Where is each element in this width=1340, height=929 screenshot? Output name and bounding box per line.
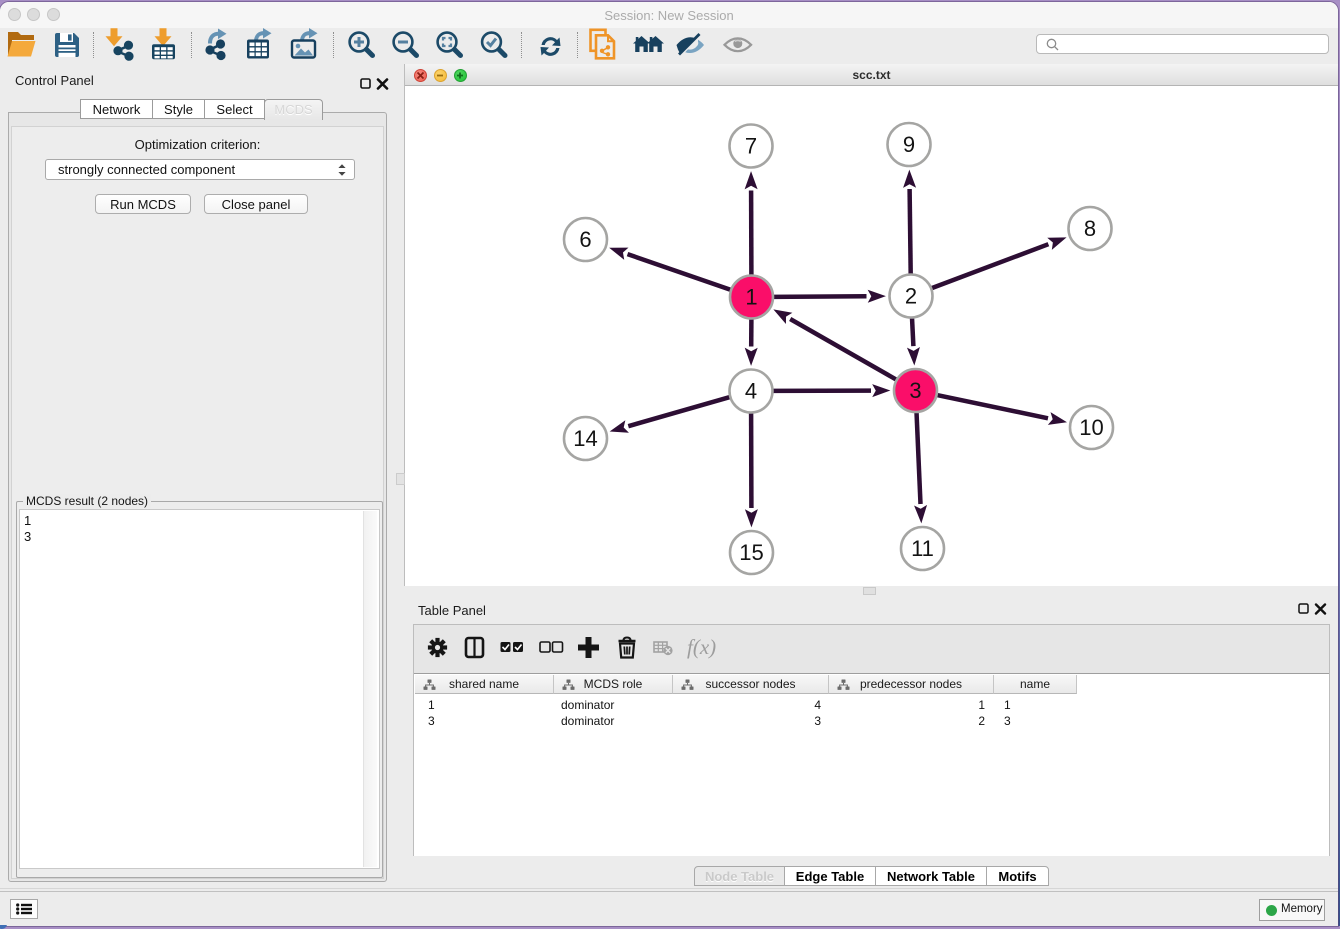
svg-text:9: 9 bbox=[903, 132, 915, 157]
svg-text:10: 10 bbox=[1079, 415, 1103, 440]
svg-text:15: 15 bbox=[739, 540, 763, 565]
svg-text:8: 8 bbox=[1084, 216, 1096, 241]
svg-text:11: 11 bbox=[911, 536, 934, 561]
svg-text:7: 7 bbox=[745, 134, 757, 159]
svg-text:1: 1 bbox=[745, 285, 757, 310]
svg-text:4: 4 bbox=[745, 379, 757, 404]
svg-text:14: 14 bbox=[573, 426, 597, 451]
svg-text:f(x): f(x) bbox=[687, 635, 716, 659]
svg-text:6: 6 bbox=[579, 227, 591, 252]
svg-text:3: 3 bbox=[909, 378, 921, 403]
svg-text:2: 2 bbox=[905, 284, 917, 309]
